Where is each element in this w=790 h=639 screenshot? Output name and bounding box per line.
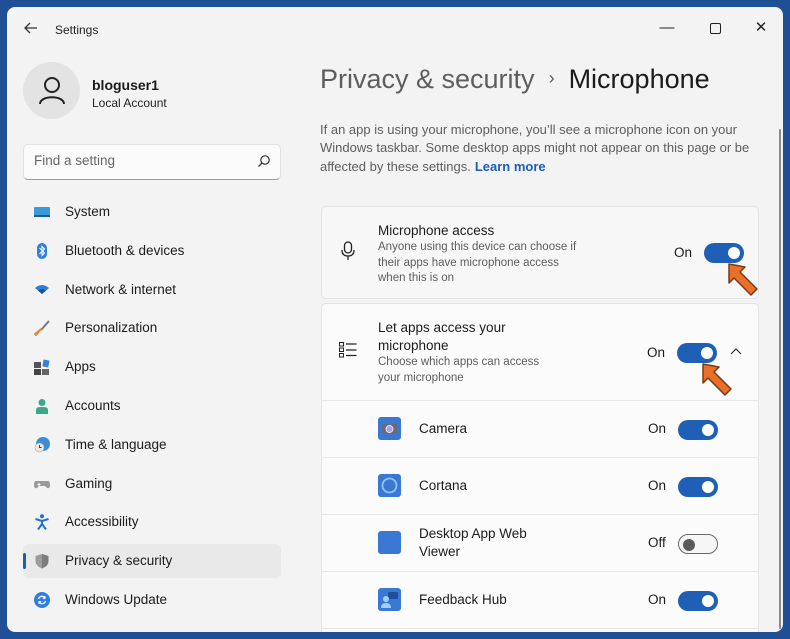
cortana-app-icon bbox=[378, 474, 401, 497]
globe-clock-icon bbox=[34, 436, 50, 453]
cortana-toggle[interactable] bbox=[678, 477, 718, 497]
app-row-partial bbox=[322, 628, 758, 632]
app-state: Off bbox=[648, 535, 666, 550]
app-title: Settings bbox=[55, 23, 99, 37]
desktop-app-web-viewer-toggle[interactable] bbox=[678, 534, 718, 554]
app-state: On bbox=[648, 592, 667, 607]
microphone-access-subtitle: Anyone using this device can choose if t… bbox=[378, 241, 577, 284]
title-bar: Settings — ✕ bbox=[7, 7, 783, 51]
close-icon: ✕ bbox=[754, 19, 768, 36]
gamepad-icon bbox=[34, 476, 50, 492]
minimize-icon: — bbox=[659, 19, 675, 36]
list-icon bbox=[339, 342, 357, 363]
let-apps-access-title: Let apps access your microphone bbox=[378, 320, 506, 353]
app-row-feedback-hub: Feedback Hub On bbox=[322, 571, 758, 628]
annotation-arrow-icon bbox=[728, 263, 758, 296]
toggle-knob bbox=[701, 347, 713, 359]
microphone-access-toggle[interactable] bbox=[704, 243, 744, 263]
sidebar-item-windows-update[interactable]: Windows Update bbox=[23, 583, 281, 617]
camera-toggle[interactable] bbox=[678, 420, 718, 440]
page-description: If an app is using your microphone, you’… bbox=[320, 122, 750, 174]
active-indicator bbox=[23, 553, 26, 570]
microphone-icon bbox=[341, 241, 355, 266]
chevron-right-icon: › bbox=[548, 68, 555, 88]
main-content: Privacy & security › Microphone If an app … bbox=[297, 51, 783, 632]
feedback-hub-app-icon bbox=[378, 588, 401, 611]
toggle-knob bbox=[702, 595, 714, 607]
app-row-cortana: Cortana On bbox=[322, 457, 758, 514]
sidebar-item-accounts[interactable]: Accounts bbox=[23, 389, 281, 423]
shield-icon bbox=[34, 553, 50, 569]
arrow-left-icon bbox=[24, 22, 37, 34]
search-box[interactable] bbox=[23, 144, 281, 180]
system-icon bbox=[34, 204, 50, 220]
app-name: Desktop App Web Viewer bbox=[419, 526, 527, 559]
sidebar-item-time-language[interactable]: Time & language bbox=[23, 428, 281, 462]
app-name: Camera bbox=[419, 421, 468, 436]
maximize-button[interactable] bbox=[695, 13, 735, 43]
breadcrumb: Privacy & security › Microphone bbox=[320, 64, 710, 95]
app-name: Feedback Hub bbox=[419, 592, 507, 607]
user-name: bloguser1 bbox=[92, 77, 159, 93]
sidebar-item-gaming[interactable]: Gaming bbox=[23, 467, 281, 501]
person-icon bbox=[39, 77, 65, 105]
scrollbar[interactable] bbox=[779, 129, 781, 629]
app-state: On bbox=[648, 421, 667, 436]
settings-window: Settings — ✕ bloguser1 Local Account Sys… bbox=[7, 7, 783, 632]
let-apps-access-subtitle: Choose which apps can access your microp… bbox=[378, 356, 540, 384]
minimize-button[interactable]: — bbox=[647, 13, 687, 43]
sidebar-item-network-internet[interactable]: Network & internet bbox=[23, 273, 281, 307]
camera-app-icon bbox=[378, 417, 401, 440]
maximize-icon bbox=[709, 22, 721, 34]
sidebar-item-bluetooth-devices[interactable]: Bluetooth & devices bbox=[23, 234, 281, 268]
let-apps-access-state: On bbox=[647, 345, 666, 360]
toggle-knob bbox=[728, 247, 740, 259]
breadcrumb-parent[interactable]: Privacy & security bbox=[320, 64, 535, 94]
learn-more-link[interactable]: Learn more bbox=[475, 159, 546, 174]
apps-icon bbox=[34, 359, 50, 376]
web-viewer-app-icon bbox=[378, 531, 401, 554]
page-title: Microphone bbox=[568, 64, 710, 94]
toggle-knob bbox=[702, 424, 714, 436]
accounts-icon bbox=[34, 398, 50, 414]
search-input[interactable] bbox=[34, 153, 244, 168]
account-type: Local Account bbox=[92, 96, 167, 110]
back-button[interactable] bbox=[21, 20, 41, 40]
sidebar-item-personalization[interactable]: Personalization bbox=[23, 311, 281, 345]
bluetooth-icon bbox=[34, 242, 50, 259]
app-row-camera: Camera On bbox=[322, 400, 758, 457]
sidebar-item-accessibility[interactable]: Accessibility bbox=[23, 505, 281, 539]
microphone-access-card: Microphone access Anyone using this devi… bbox=[321, 206, 759, 299]
app-state: On bbox=[648, 478, 667, 493]
microphone-access-title: Microphone access bbox=[378, 223, 495, 238]
app-row-desktop-app-web-viewer: Desktop App Web Viewer Off bbox=[322, 514, 758, 571]
close-button[interactable]: ✕ bbox=[741, 13, 781, 43]
let-apps-access-card: Let apps access your microphone Choose w… bbox=[321, 303, 759, 632]
search-icon[interactable] bbox=[257, 154, 271, 173]
sidebar-item-privacy-security[interactable]: Privacy & security bbox=[23, 544, 281, 579]
let-apps-access-toggle[interactable] bbox=[677, 343, 717, 363]
toggle-knob bbox=[702, 481, 714, 493]
wifi-icon bbox=[34, 282, 50, 298]
app-name: Cortana bbox=[419, 478, 468, 493]
update-icon bbox=[34, 591, 50, 608]
sidebar-item-apps[interactable]: Apps bbox=[23, 350, 281, 384]
microphone-access-state: On bbox=[674, 245, 693, 260]
sidebar-nav: System Bluetooth & devices Network & int… bbox=[23, 195, 281, 622]
toggle-knob bbox=[683, 538, 695, 551]
chevron-up-icon[interactable] bbox=[730, 344, 742, 358]
sidebar-item-system[interactable]: System bbox=[23, 195, 281, 229]
avatar bbox=[23, 62, 80, 119]
accessibility-icon bbox=[34, 514, 50, 531]
feedback-hub-toggle[interactable] bbox=[678, 591, 718, 611]
annotation-arrow-icon bbox=[702, 363, 732, 396]
brush-icon bbox=[33, 320, 50, 337]
